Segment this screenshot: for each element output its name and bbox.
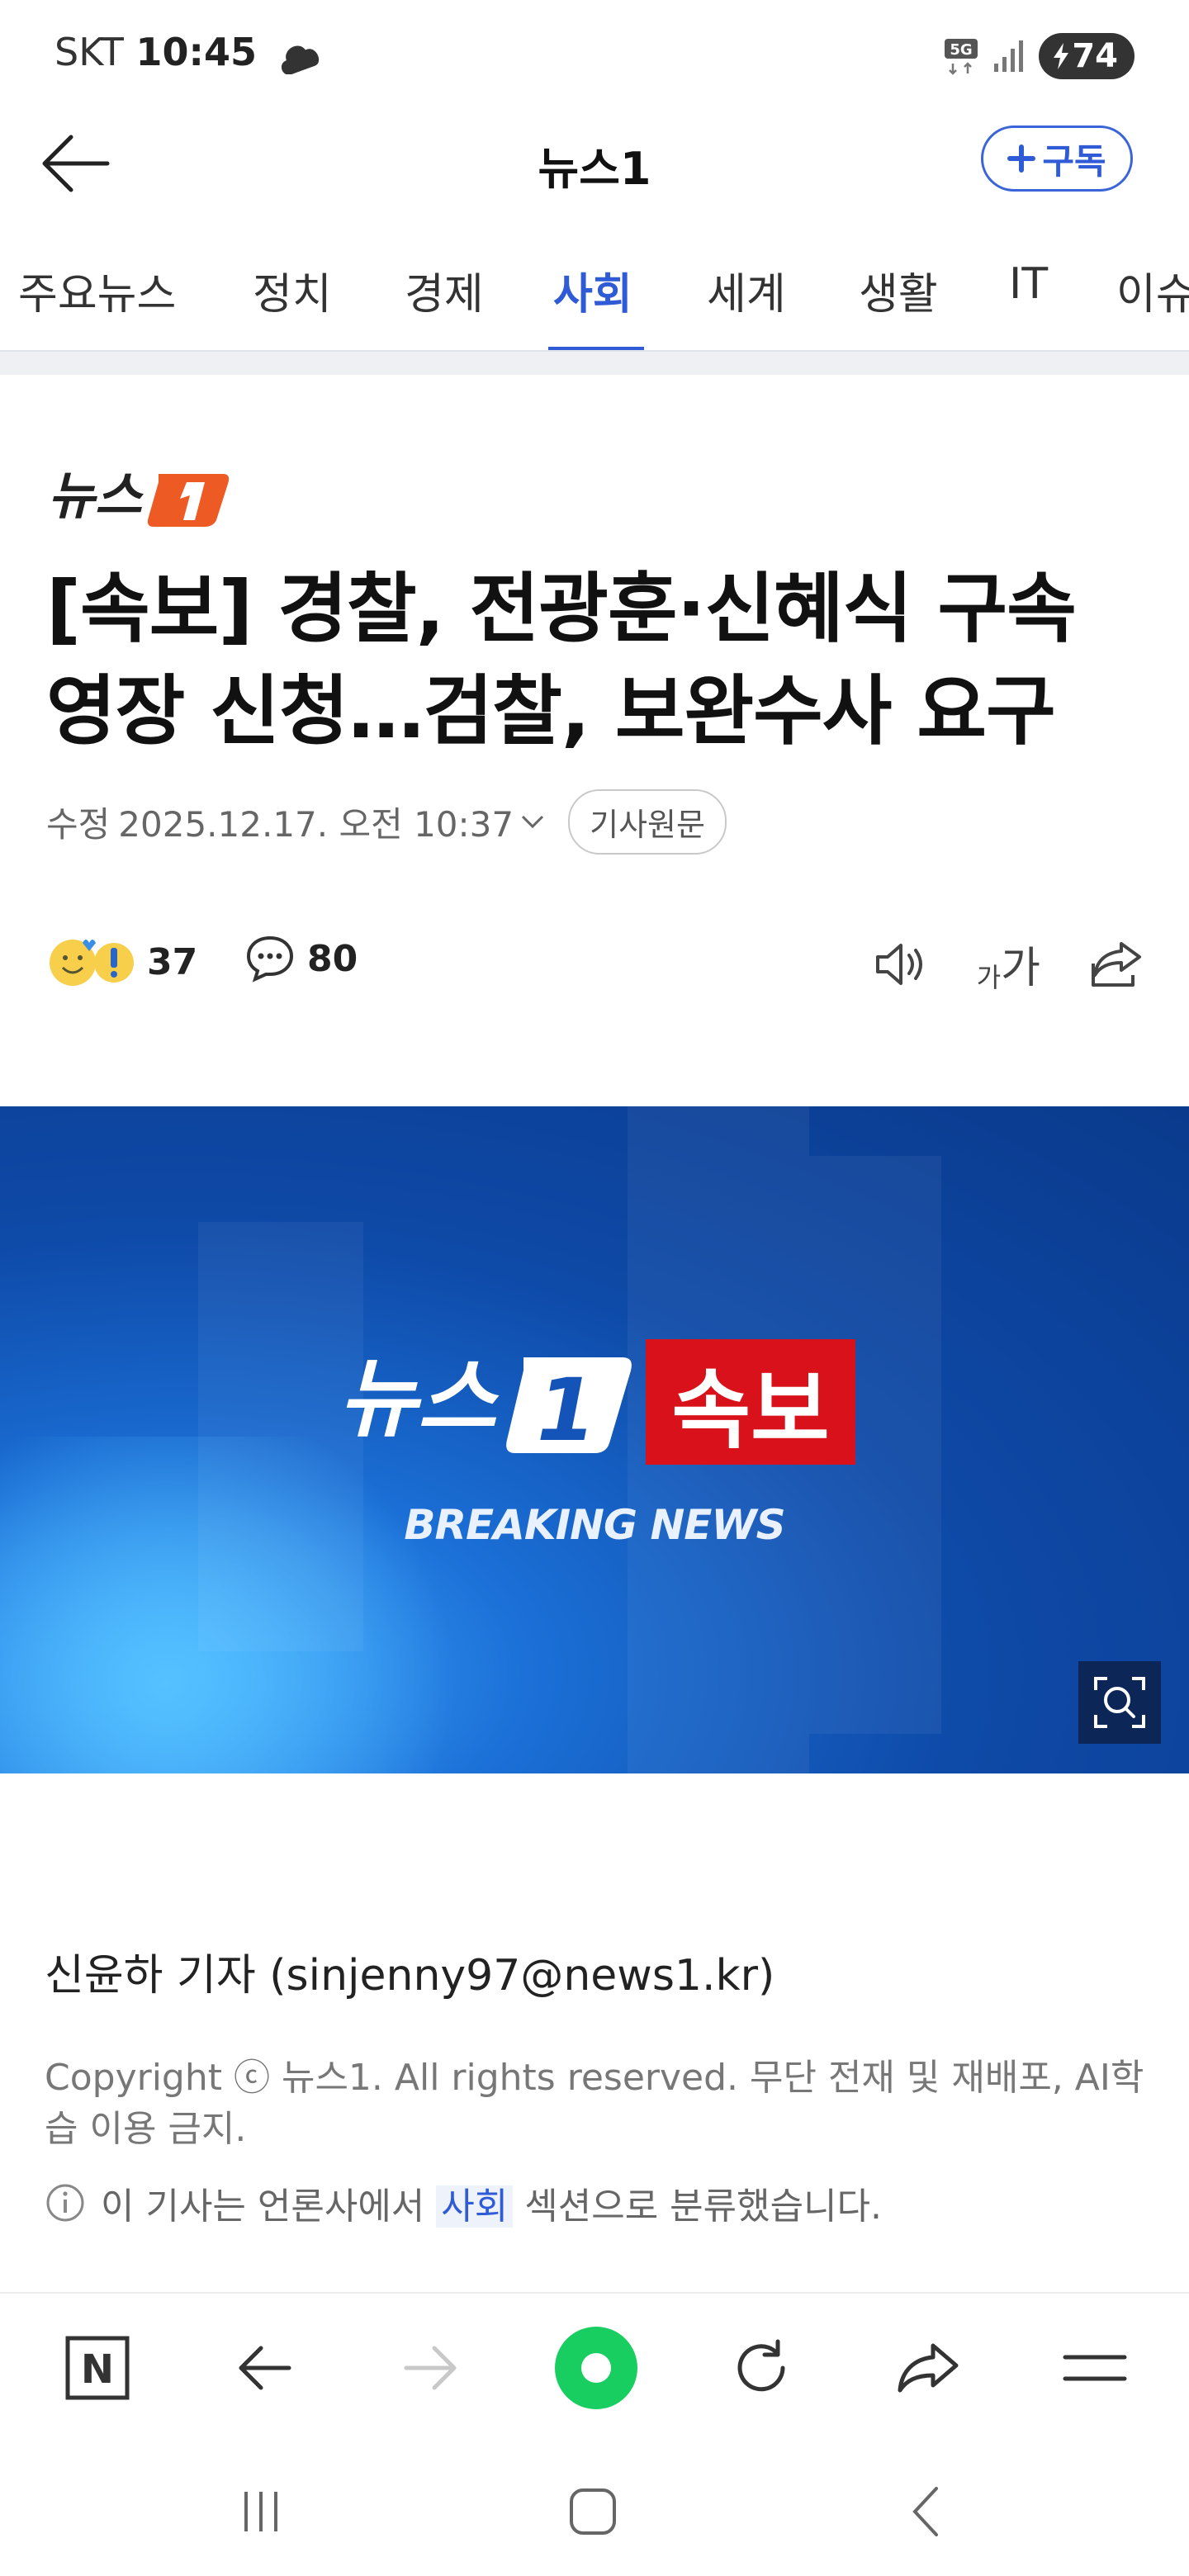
tab-life[interactable]: 생활 <box>859 259 938 321</box>
breaking-badge: 속보 <box>646 1339 855 1465</box>
arrow-left-icon <box>239 2346 291 2390</box>
zoom-search-icon <box>1094 1677 1145 1728</box>
home-icon <box>570 2488 616 2535</box>
tab-economy[interactable]: 경제 <box>405 259 484 321</box>
carrier-label: SKT <box>54 30 124 74</box>
hamburger-menu-icon <box>1063 2355 1127 2381</box>
comments-count: 80 <box>307 937 358 980</box>
tab-society[interactable]: 사회 <box>553 259 632 321</box>
browser-forward-button[interactable] <box>390 2327 472 2409</box>
reaction-emoji-icon <box>50 940 134 986</box>
svg-text:1: 1 <box>537 1360 596 1461</box>
modified-label: 수정 <box>46 803 111 845</box>
reactions-count: 37 <box>147 940 198 983</box>
tab-it[interactable]: IT <box>1009 259 1048 309</box>
info-icon <box>46 2184 84 2222</box>
modified-date[interactable]: 2025.12.17. 오전 10:37 <box>118 797 514 847</box>
copyright-notice: Copyright ⓒ 뉴스1. All rights reserved. 무단… <box>45 2057 1144 2150</box>
battery-level: 74 <box>1072 37 1118 75</box>
clock: 10:45 <box>135 30 257 74</box>
section-note-prefix: 이 기사는 언론사에서 <box>101 2185 425 2228</box>
subscribe-button[interactable]: 구독 <box>981 125 1133 192</box>
article-headline: [속보] 경찰, 전광훈·신혜식 구속 영장 신청…검찰, 보완수사 요구 <box>46 558 1144 763</box>
home-button[interactable] <box>552 2479 634 2545</box>
forward-share-icon <box>898 2343 959 2393</box>
article-tools: 가 가 <box>873 933 1144 995</box>
svg-text:뉴스: 뉴스 <box>48 466 144 526</box>
green-dot-icon <box>555 2327 637 2409</box>
headline-line-1: [속보] 경찰, 전광훈·신혜식 구속 <box>46 565 1077 653</box>
subscribe-label: 구독 <box>1042 140 1106 182</box>
battery-indicator: 74 <box>1039 33 1135 79</box>
news1-hero-logo: 뉴스 1 <box>339 1348 632 1461</box>
chevron-down-icon[interactable] <box>520 813 545 830</box>
image-zoom-button[interactable] <box>1078 1661 1161 1744</box>
headline-line-2: 영장 신청…검찰, 보완수사 요구 <box>46 667 1056 755</box>
article-actions: 37 80 가 가 <box>46 933 1144 999</box>
charging-icon <box>1054 43 1069 69</box>
font-size-small-label: 가 <box>976 962 1002 993</box>
tabs-divider <box>0 350 1189 375</box>
browser-back-button[interactable] <box>223 2327 306 2409</box>
recent-apps-button[interactable] <box>220 2479 302 2545</box>
plus-icon <box>1007 144 1036 173</box>
green-dot-button[interactable] <box>553 2325 639 2411</box>
menu-button[interactable] <box>1054 2327 1136 2409</box>
comments-button[interactable]: 80 <box>244 933 358 984</box>
status-icons: 5G 74 <box>943 31 1135 81</box>
back-chevron-icon <box>912 2487 938 2536</box>
font-size-large-label: 가 <box>1001 944 1040 993</box>
svg-text:5G: 5G <box>950 41 973 59</box>
svg-text:뉴스: 뉴스 <box>339 1348 500 1449</box>
status-bar: SKT 10:45 5G 74 <box>0 0 1189 112</box>
reload-icon <box>737 2339 785 2392</box>
tab-world[interactable]: 세계 <box>707 259 786 321</box>
naver-home-button[interactable]: N <box>56 2327 139 2409</box>
section-tabs: 주요뉴스 정치 경제 사회 세계 생활 IT 이슈 <box>0 231 1189 353</box>
comment-icon <box>246 935 294 983</box>
naver-n-icon: N <box>65 2336 130 2400</box>
article-meta: 수정 2025.12.17. 오전 10:37 기사원문 <box>46 788 727 855</box>
carrier-time: SKT 10:45 <box>54 30 257 74</box>
reactions-button[interactable]: 37 <box>46 933 197 991</box>
signal-icon <box>994 40 1024 72</box>
reload-button[interactable] <box>720 2327 803 2409</box>
speaker-icon[interactable] <box>873 939 929 990</box>
app-header: 뉴스1 구독 <box>0 112 1189 211</box>
svg-text:N: N <box>81 2346 114 2393</box>
arrow-right-icon <box>404 2346 457 2390</box>
tab-issue[interactable]: 이슈 <box>1116 259 1189 321</box>
network-5g-icon: 5G <box>945 39 978 75</box>
tab-politics[interactable]: 정치 <box>253 259 332 321</box>
recent-apps-icon <box>244 2492 277 2531</box>
section-link[interactable]: 사회 <box>436 2185 514 2228</box>
tab-main-news[interactable]: 주요뉴스 <box>18 259 176 321</box>
browser-share-button[interactable] <box>887 2327 969 2409</box>
section-classification-note: 이 기사는 언론사에서 사회 섹션으로 분류했습니다. <box>45 2176 882 2229</box>
share-icon[interactable] <box>1088 939 1144 990</box>
news1-source-logo[interactable]: 뉴스 <box>48 462 230 532</box>
original-article-button[interactable]: 기사원문 <box>568 788 727 855</box>
font-size-button[interactable]: 가 가 <box>977 933 1040 995</box>
cloud-icon <box>281 45 319 74</box>
browser-toolbar: N <box>0 2292 1189 2437</box>
article-hero-image[interactable]: 뉴스 1 속보 BREAKING NEWS <box>0 1106 1189 1773</box>
system-navigation-bar <box>0 2437 1189 2576</box>
system-back-button[interactable] <box>883 2479 966 2545</box>
reporter-byline: 신윤하 기자 (sinjenny97@news1.kr) <box>45 1951 775 2001</box>
section-note-suffix: 섹션으로 분류했습니다. <box>524 2185 883 2228</box>
breaking-news-caption: BREAKING NEWS <box>404 1501 785 1549</box>
